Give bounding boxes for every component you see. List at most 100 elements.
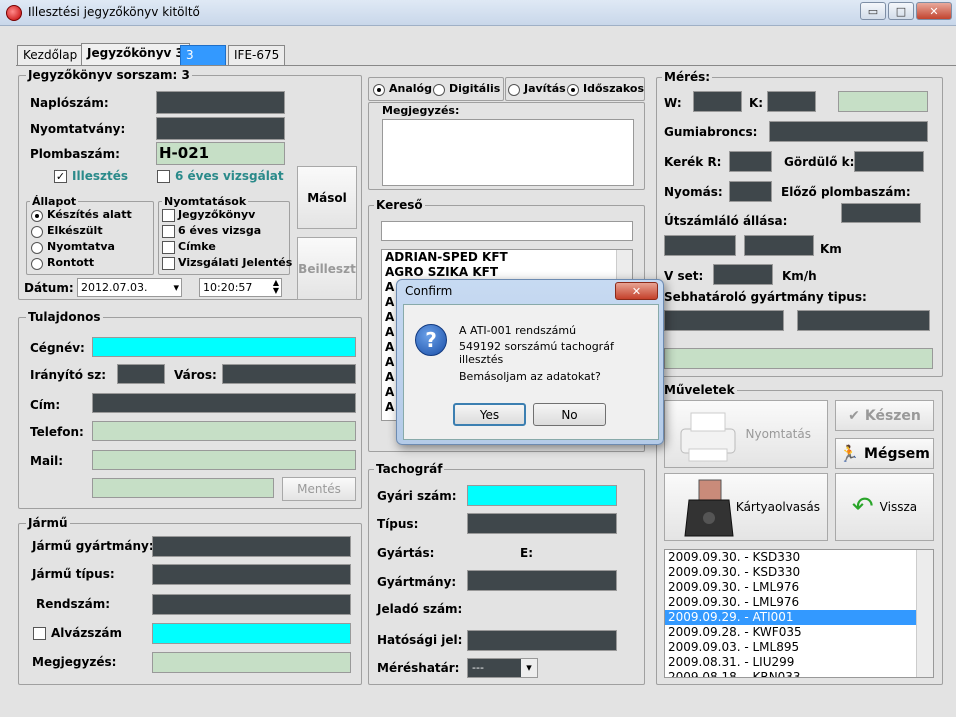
allapot-radio-4[interactable] [31, 258, 43, 270]
card-reader-icon [684, 479, 734, 537]
alvazszam-input[interactable] [152, 623, 351, 644]
nyomtatasok-title: Nyomtatások [162, 195, 249, 208]
jarmu-megjegyzes-input[interactable] [152, 652, 351, 673]
history-item[interactable]: 2009.09.30. - LML976 [665, 580, 933, 595]
nyomt-label-4: Vizsgálati Jelentés [178, 256, 293, 269]
nyomt-check-4[interactable] [162, 257, 175, 270]
digitalis-radio[interactable] [433, 84, 445, 96]
nyomt-check-2[interactable] [162, 225, 175, 238]
mentes-button[interactable]: Mentés [282, 477, 356, 501]
allapot-radio-2[interactable] [31, 226, 43, 238]
rendszam-input[interactable] [152, 594, 351, 615]
keszen-button[interactable]: ✔ Készen [835, 400, 934, 431]
naplo-input[interactable] [156, 91, 285, 114]
nyomtatvany-label: Nyomtatvány: [30, 122, 126, 136]
yes-button[interactable]: Yes [453, 403, 526, 426]
check-icon: ✔ [848, 407, 860, 424]
cegnev-input[interactable] [92, 337, 356, 357]
kereso-input[interactable] [381, 221, 633, 241]
utszamlalo-input-2[interactable] [744, 235, 814, 256]
javitas-radio[interactable] [508, 84, 520, 96]
utszamlalo-input-1[interactable] [664, 235, 736, 256]
tab-divider [16, 65, 956, 66]
mail-input[interactable] [92, 450, 356, 470]
iranyito-input[interactable] [117, 364, 165, 384]
spinner-arrows-icon: ▲ ▼ [272, 278, 279, 295]
vset-input[interactable] [713, 264, 773, 285]
telefon-input[interactable] [92, 421, 356, 441]
analog-radio[interactable] [373, 84, 385, 96]
nyomas-input[interactable] [729, 181, 772, 202]
gordulo-input[interactable] [854, 151, 924, 172]
jarmu-gyartmany-input[interactable] [152, 536, 351, 557]
history-item[interactable]: 2009.09.30. - KSD330 [665, 565, 933, 580]
history-item[interactable]: 2009.09.30. - LML976 [665, 595, 933, 610]
nyomt-check-1[interactable] [162, 209, 175, 222]
list-item[interactable]: ADRIAN-SPED KFT [382, 250, 632, 265]
time-spinner[interactable]: 10:20:57 ▲ ▼ [199, 278, 282, 297]
history-list[interactable]: 2009.09.30. - KSD330 2009.09.30. - KSD33… [664, 549, 934, 678]
megsem-button[interactable]: 🏃 Mégsem [835, 438, 934, 469]
tach-tipus-label: Típus: [377, 517, 419, 531]
mereshatar-label: Méréshatár: [377, 661, 460, 675]
jarmu-tipus-label: Jármű típus: [32, 567, 115, 581]
varos-input[interactable] [222, 364, 356, 384]
vissza-button[interactable]: ↶ Vissza [835, 473, 934, 541]
megjegyzes-textarea[interactable] [382, 119, 634, 186]
tab-jegyzokonyv[interactable]: Jegyzőkönyv 3 [81, 43, 190, 65]
plomba-input[interactable]: H-021 [156, 142, 285, 165]
cegnev-label: Cégnév: [30, 341, 85, 355]
dialog-line2: 549192 sorszámú tachográf illesztés [459, 340, 614, 366]
tab-kezdolap[interactable]: Kezdőlap [17, 45, 84, 65]
tach-tipus-input[interactable] [467, 513, 617, 534]
hatosagi-input[interactable] [467, 630, 617, 651]
cim-input[interactable] [92, 393, 356, 413]
nyomt-check-3[interactable] [162, 241, 175, 254]
history-item-selected[interactable]: 2009.09.29. - ATI001 [665, 610, 933, 625]
varos-label: Város: [174, 368, 217, 382]
history-item[interactable]: 2009.09.30. - KSD330 [665, 550, 933, 565]
plomba-label: Plombaszám: [30, 147, 120, 161]
history-item[interactable]: 2009.08.18. - KRN033 [665, 670, 933, 677]
datum-picker[interactable]: 2012.07.03. ▾ [77, 278, 182, 297]
gyari-input[interactable] [467, 485, 617, 506]
allapot-radio-1[interactable] [31, 210, 43, 222]
k-input[interactable] [767, 91, 816, 112]
mereshatar-select[interactable]: --- ▾ [467, 658, 538, 678]
extra-input[interactable] [92, 478, 274, 498]
meres-result[interactable] [838, 91, 928, 112]
history-item[interactable]: 2009.08.31. - LIU299 [665, 655, 933, 670]
tab-ife675[interactable]: IFE-675 [228, 45, 286, 65]
minimize-button[interactable]: ▭ [860, 2, 886, 20]
idoszakos-radio[interactable] [567, 84, 579, 96]
masol-button[interactable]: Másol [297, 166, 357, 229]
kerek-input[interactable] [729, 151, 772, 172]
sebhatarolo-gyartmany-input[interactable] [664, 310, 784, 331]
jarmu-tipus-input[interactable] [152, 564, 351, 585]
elozo-input[interactable] [841, 203, 921, 223]
kartyaolvasas-button[interactable]: Kártyaolvasás [664, 473, 828, 541]
sebhatarolo-tipus-input[interactable] [797, 310, 930, 331]
history-scrollbar[interactable] [916, 550, 933, 677]
beilleszt-button[interactable]: Beilleszt [297, 237, 357, 300]
illesztes-checkbox[interactable]: ✓ [54, 170, 67, 183]
history-item[interactable]: 2009.09.03. - LML895 [665, 640, 933, 655]
allapot-radio-3[interactable] [31, 242, 43, 254]
no-button[interactable]: No [533, 403, 606, 426]
list-item[interactable]: AGRO SZIKA KFT [382, 265, 632, 280]
tach-gyartmany-input[interactable] [467, 570, 617, 591]
nyomtatvany-input[interactable] [156, 117, 285, 140]
close-button[interactable]: ✕ [916, 2, 952, 20]
nyomtatas-button[interactable]: Nyomtatás [664, 400, 828, 468]
gumi-input[interactable] [769, 121, 928, 142]
dropdown-arrow-icon: ▾ [521, 659, 537, 677]
hatev-checkbox[interactable] [157, 170, 170, 183]
maximize-button[interactable]: □ [888, 2, 914, 20]
kmh-label: Km/h [782, 269, 817, 283]
w-input[interactable] [693, 91, 742, 112]
meres-extra-input[interactable] [664, 348, 933, 369]
alvazszam-checkbox[interactable] [33, 627, 46, 640]
tab-number[interactable]: 3 [180, 45, 226, 65]
history-item[interactable]: 2009.09.28. - KWF035 [665, 625, 933, 640]
dialog-close-button[interactable]: ✕ [615, 282, 658, 300]
